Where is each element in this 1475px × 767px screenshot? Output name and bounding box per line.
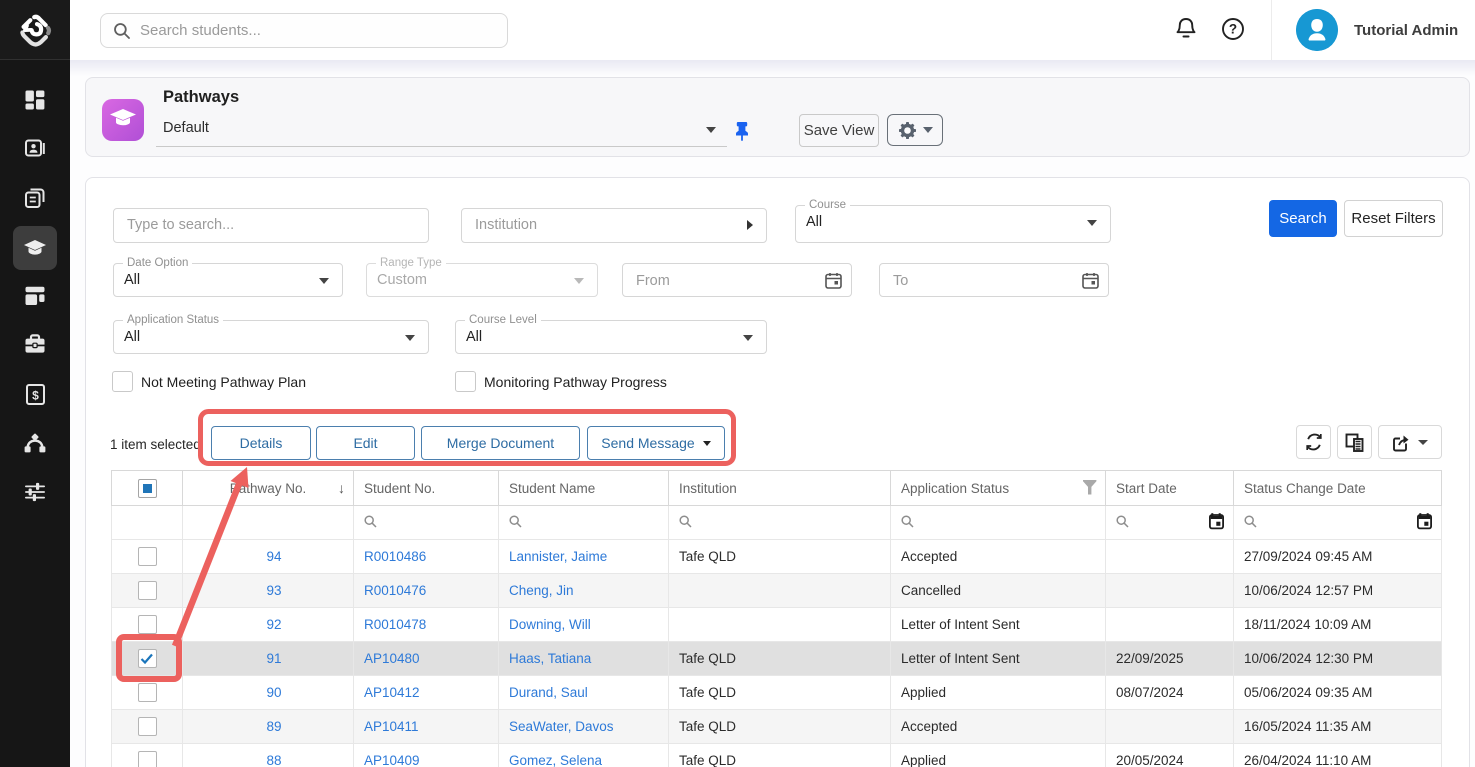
svg-text:$: $: [32, 388, 39, 402]
svg-text:?: ?: [1229, 22, 1237, 37]
